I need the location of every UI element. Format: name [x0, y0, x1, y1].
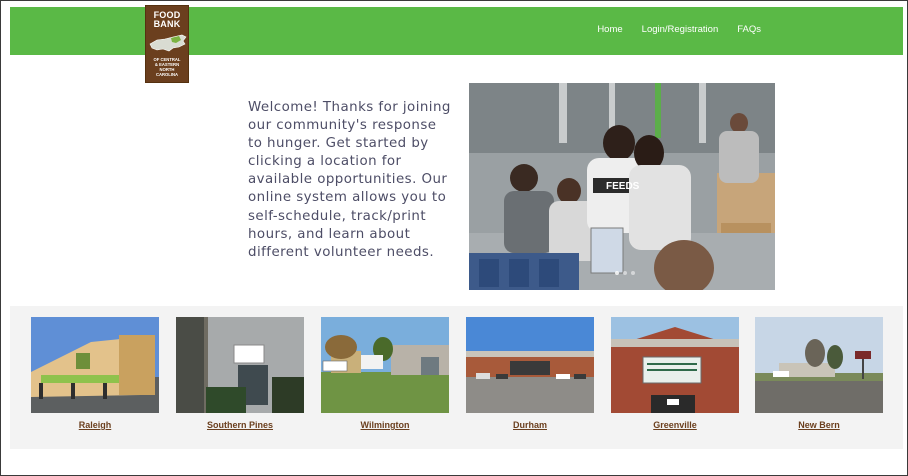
logo-subtitle: OF CENTRAL & EASTERN NORTH CAROLINA [146, 57, 188, 77]
location-link-durham[interactable]: Durham [466, 420, 594, 430]
logo-word-bank: BANK [153, 19, 181, 29]
location-card-southern-pines[interactable]: Southern Pines [176, 317, 304, 430]
location-link-southern-pines[interactable]: Southern Pines [176, 420, 304, 430]
raleigh-building-art [31, 317, 159, 413]
logo-sub-line: CAROLINA [155, 72, 179, 77]
nav-home[interactable]: Home [597, 24, 622, 35]
hero-photo-art: FEEDS [469, 83, 775, 290]
new-bern-building-art [755, 317, 883, 413]
hero-volunteers-photo: FEEDS [469, 83, 775, 290]
location-photo-new-bern[interactable] [755, 317, 883, 413]
location-link-wilmington[interactable]: Wilmington [321, 420, 449, 430]
locations-strip: Raleigh Southern Pines Wilmington Durham… [10, 306, 903, 449]
location-card-wilmington[interactable]: Wilmington [321, 317, 449, 430]
location-card-raleigh[interactable]: Raleigh [31, 317, 159, 430]
location-card-durham[interactable]: Durham [466, 317, 594, 430]
location-photo-raleigh[interactable] [31, 317, 159, 413]
page: Home Login/Registration FAQs FOOD BANK O… [0, 0, 908, 476]
greenville-building-art [611, 317, 739, 413]
location-link-new-bern[interactable]: New Bern [755, 420, 883, 430]
location-card-new-bern[interactable]: New Bern [755, 317, 883, 430]
hero-shirt-text: FEEDS [606, 181, 640, 192]
north-carolina-map-icon [149, 34, 187, 52]
location-photo-durham[interactable] [466, 317, 594, 413]
location-link-greenville[interactable]: Greenville [611, 420, 739, 430]
wilmington-building-art [321, 317, 449, 413]
location-card-greenville[interactable]: Greenville [611, 317, 739, 430]
location-photo-greenville[interactable] [611, 317, 739, 413]
durham-building-art [466, 317, 594, 413]
site-header: Home Login/Registration FAQs [10, 7, 903, 55]
location-link-raleigh[interactable]: Raleigh [31, 420, 159, 430]
location-photo-southern-pines[interactable] [176, 317, 304, 413]
main-nav: Home Login/Registration FAQs [597, 24, 761, 35]
southern-pines-building-art [176, 317, 304, 413]
nav-login-registration[interactable]: Login/Registration [642, 24, 719, 35]
nav-faqs[interactable]: FAQs [737, 24, 761, 35]
welcome-message: Welcome! Thanks for joining our communit… [248, 100, 451, 260]
location-photo-wilmington[interactable] [321, 317, 449, 413]
food-bank-logo[interactable]: FOOD BANK OF CENTRAL & EASTERN NORTH CAR… [145, 5, 189, 83]
